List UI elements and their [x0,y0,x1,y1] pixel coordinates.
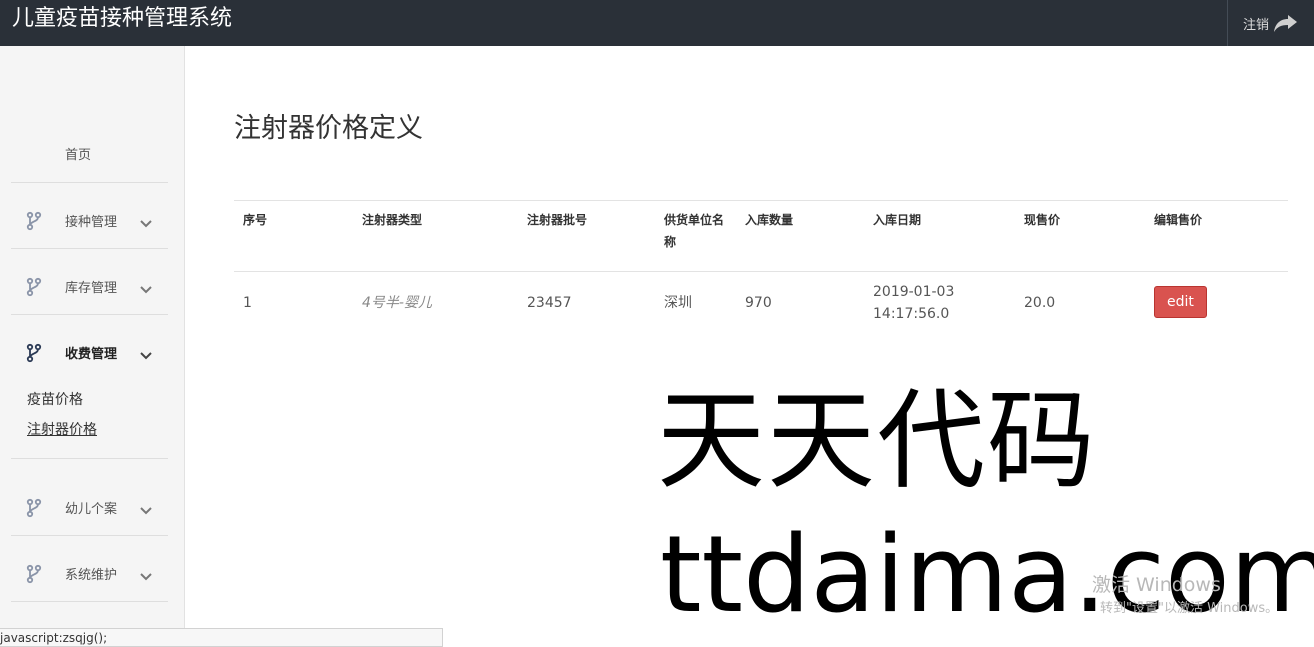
sidebar-item-label: 系统维护 [65,567,118,583]
table-header-row: 序号 注射器类型 注射器批号 供货单位名称 入库数量 入库日期 现售价 编辑售价 [234,200,1288,272]
cell-date: 2019-01-03 14:17:56.0 [873,281,954,325]
sidebar-divider [11,535,168,536]
sidebar-divider [11,601,168,602]
chevron-down-icon [139,214,153,233]
sidebar-item-label: 幼儿个案 [65,501,118,517]
logout-label: 注销 [1242,17,1269,33]
cell-quantity: 970 [745,295,772,311]
branch-icon [26,211,42,235]
table-row: 1 4号半-婴儿 23457 深圳 970 2019-01-03 14:17:5… [234,272,1288,334]
chevron-down-icon [139,280,153,299]
syringe-price-table: 序号 注射器类型 注射器批号 供货单位名称 入库数量 入库日期 现售价 编辑售价… [234,200,1288,334]
sidebar-item-label: 接种管理 [65,214,118,230]
app-title: 儿童疫苗接种管理系统 [12,6,233,31]
branch-icon [26,277,42,301]
sidebar-item-label: 库存管理 [65,280,118,296]
branch-icon [26,564,42,588]
sidebar-divider [11,458,168,459]
column-header-price: 现售价 [1024,213,1061,227]
cell-index: 1 [243,295,252,311]
cell-type: 4号半-婴儿 [362,295,432,311]
sidebar-divider [11,248,168,249]
chevron-down-icon [139,567,153,586]
column-header-supplier: 供货单位名称 [664,213,725,249]
sidebar-subitem-syringe-price[interactable]: 注射器价格 [27,419,97,439]
browser-status-bar: javascript:zsqjg(); [0,628,443,647]
logout-button[interactable]: 注销 [1227,0,1314,46]
sidebar: 首页 接种管理 库存管理 收费管理 疫苗价格 注射器价格 幼儿个案 系统维护 [0,46,185,647]
column-header-quantity: 入库数量 [745,213,794,227]
sidebar-divider [11,314,168,315]
windows-activation-hint: 转到"设置"以激活 Windows。 [1100,601,1279,616]
cell-supplier: 深圳 [664,295,692,311]
sidebar-divider [11,182,168,183]
chevron-down-icon [139,346,153,365]
sidebar-item-system-maintenance[interactable]: 系统维护 [0,558,185,588]
cell-date-day: 2019-01-03 [873,284,955,300]
sidebar-item-vaccination[interactable]: 接种管理 [0,205,185,235]
watermark-text: 天天代码 [657,379,1098,504]
sidebar-subitem-vaccine-price[interactable]: 疫苗价格 [27,389,83,409]
cell-price: 20.0 [1024,295,1056,311]
branch-icon [26,343,42,367]
chevron-down-icon [139,501,153,520]
branch-icon [26,498,42,522]
cell-date-time: 14:17:56.0 [873,306,950,322]
cell-batch: 23457 [527,295,572,311]
column-header-date: 入库日期 [873,213,922,227]
column-header-edit: 编辑售价 [1154,213,1203,227]
edit-price-button[interactable]: edit [1154,286,1207,318]
sidebar-item-billing[interactable]: 收费管理 [0,337,185,367]
column-header-index: 序号 [243,213,268,227]
top-navbar: 儿童疫苗接种管理系统 注销 [0,0,1314,46]
sidebar-item-home[interactable]: 首页 [65,144,91,163]
column-header-batch: 注射器批号 [527,213,588,227]
page-title: 注射器价格定义 [234,113,423,144]
column-header-type: 注射器类型 [362,213,423,227]
sidebar-item-inventory[interactable]: 库存管理 [0,271,185,301]
sidebar-item-child-records[interactable]: 幼儿个案 [0,492,185,522]
share-arrow-icon [1273,13,1299,33]
sidebar-item-label: 收费管理 [65,346,118,362]
windows-activation-title: 激活 Windows [1092,574,1221,596]
